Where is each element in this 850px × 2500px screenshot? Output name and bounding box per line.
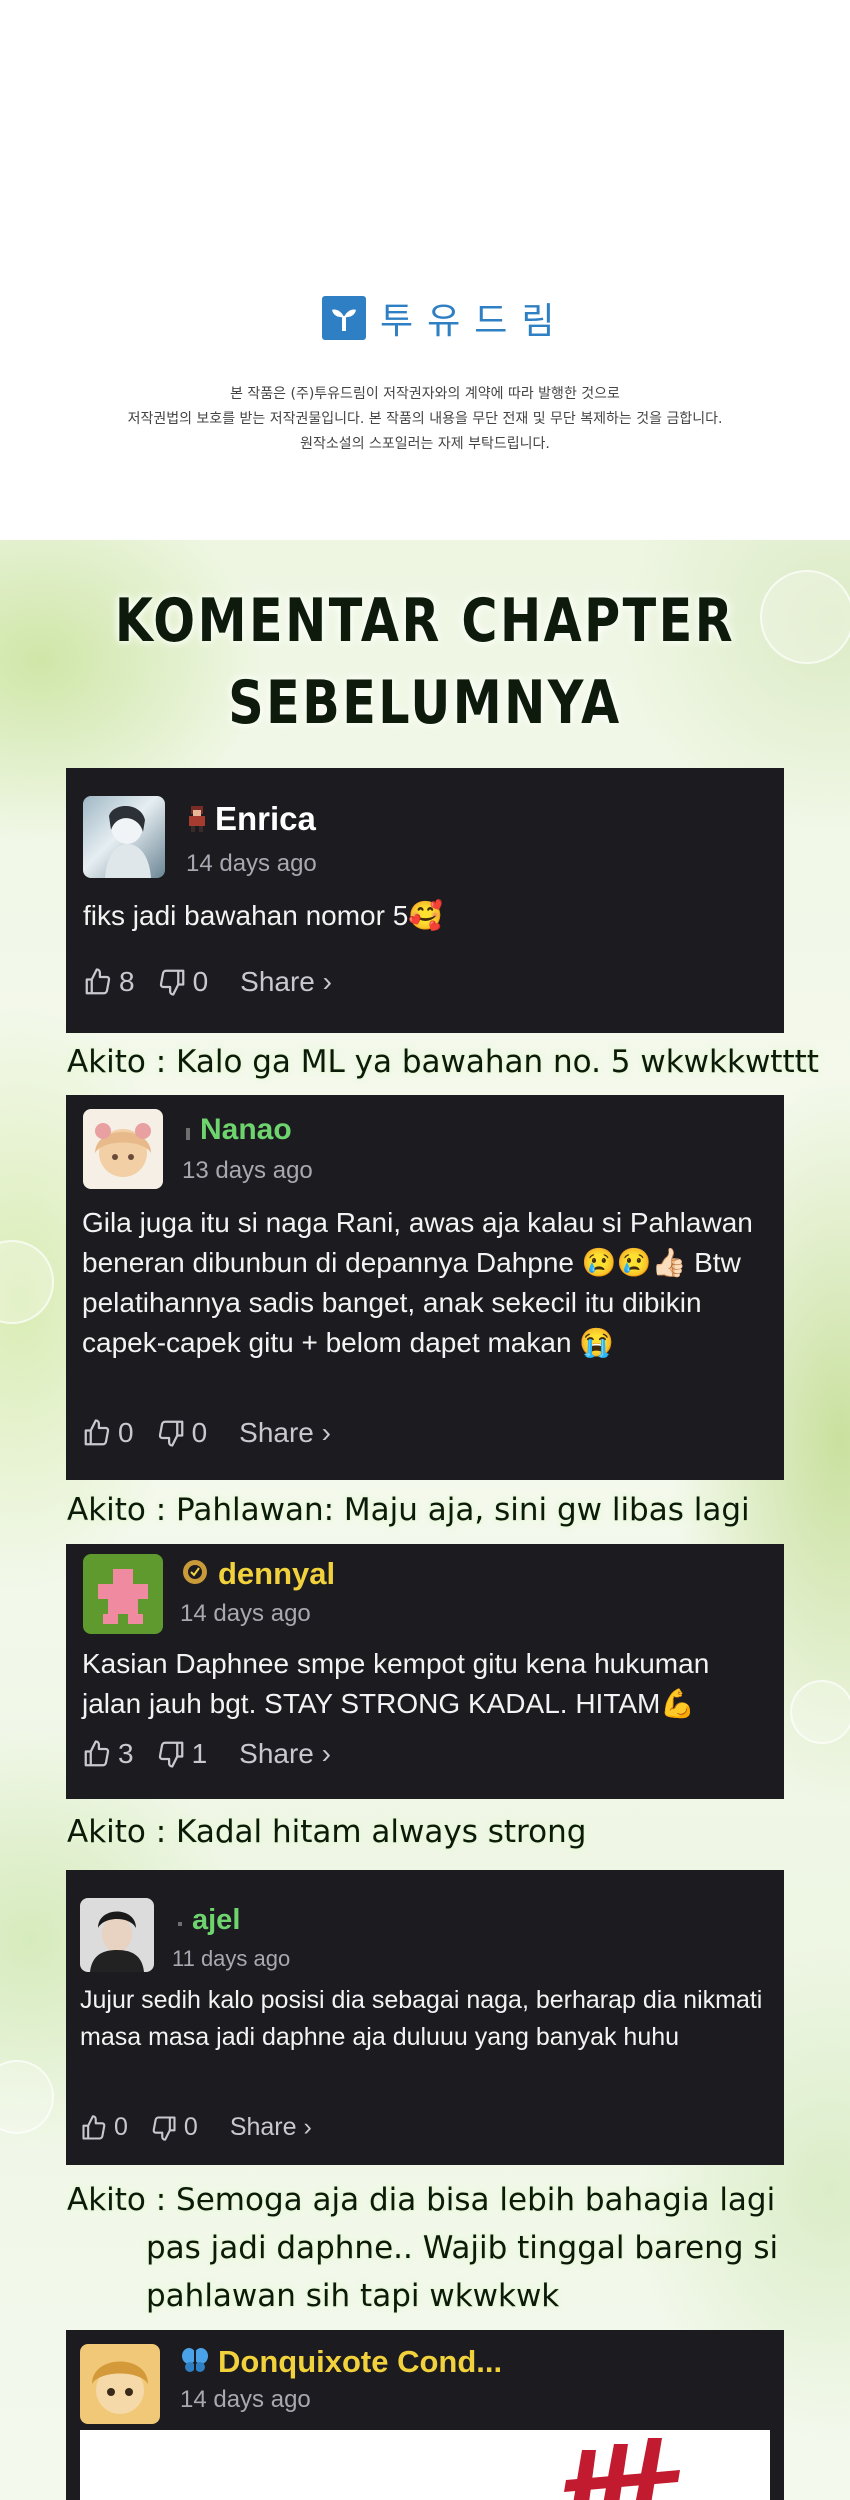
thumbs-up-icon <box>82 2114 106 2140</box>
comment-actions: 8 0 Share › <box>83 966 354 998</box>
comment-username[interactable]: ajel <box>176 1904 240 1938</box>
notice-line: 본 작품은 (주)투유드림이 저작권자와의 계약에 따라 발행한 것으로 <box>230 386 620 402</box>
avatar[interactable] <box>80 2344 160 2424</box>
like-count: 0 <box>114 2113 128 2141</box>
decorative-bubble <box>790 1680 850 1744</box>
comment-card: ajel 11 days ago Jujur sedih kalo posisi… <box>66 1870 784 2165</box>
thumbs-down-icon <box>158 1420 183 1447</box>
publisher-logo: 투유드림 <box>322 292 568 344</box>
comment-actions: 0 0 Share › <box>82 1417 353 1449</box>
comment-timestamp: 14 days ago <box>180 1600 311 1627</box>
previous-chapter-comments-section: KOMENTAR CHAPTER SEBELUMNYA Enrica 14 da… <box>0 540 850 2500</box>
avatar[interactable] <box>83 1109 163 1189</box>
like-count: 8 <box>119 966 135 997</box>
comment-card: Nanao 13 days ago Gila juga itu si naga … <box>66 1095 784 1480</box>
pixel-character-badge-icon <box>187 802 207 840</box>
username-text: Enrica <box>215 800 316 837</box>
comment-text: Gila juga itu si naga Rani, awas aja kal… <box>82 1207 753 1358</box>
share-button[interactable]: Share › <box>240 966 332 998</box>
reply-text: pas jadi daphne.. Wajib tinggal bareng s… <box>146 2230 779 2266</box>
comment-card: dennyal 14 days ago Kasian Daphnee smpe … <box>66 1544 784 1799</box>
dislike-count: 0 <box>191 1417 208 1448</box>
butterfly-badge-icon <box>180 2346 210 2382</box>
medal-badge-icon <box>180 1557 210 1595</box>
admin-reply: Akito : Pahlawan: Maju aja, sini gw liba… <box>67 1486 750 1534</box>
like-count: 0 <box>118 1417 134 1448</box>
publisher-name: 투유드림 <box>380 301 569 342</box>
publisher-notice-section: 투유드림 본 작품은 (주)투유드림이 저작권자와의 계약에 따라 발행한 것으… <box>0 0 850 540</box>
avatar[interactable] <box>80 1898 154 1972</box>
thumbs-down-icon <box>158 1741 183 1768</box>
dislike-button[interactable]: 0 <box>150 2113 198 2142</box>
reply-text: pahlawan sih tapi wkwkwk <box>146 2278 560 2314</box>
reply-text: Akito : Kadal hitam always strong <box>67 1814 587 1850</box>
share-button[interactable]: Share › <box>230 2113 312 2142</box>
username-text: dennyal <box>218 1556 336 1591</box>
comment-text: Kasian Daphnee smpe kempot gitu kena huk… <box>82 1648 710 1719</box>
comment-username[interactable]: Enrica <box>187 800 316 840</box>
comment-timestamp: 14 days ago <box>186 850 317 877</box>
comment-timestamp: 13 days ago <box>182 1157 313 1184</box>
admin-reply: Akito : Semoga aja dia bisa lebih bahagi… <box>67 2176 778 2320</box>
comment-text: Jujur sedih kalo posisi dia sebagai naga… <box>80 1986 763 2051</box>
reply-text: Akito : Kalo ga ML ya bawahan no. 5 wkwk… <box>67 1044 819 1080</box>
comment-card: Donquixote Cond... 14 days ago <box>66 2330 784 2500</box>
username-text: ajel <box>192 1904 241 1936</box>
thumbs-up-icon <box>84 1740 110 1767</box>
like-button[interactable]: 3 <box>82 1738 134 1770</box>
comment-text: fiks jadi bawahan nomor 5🥰 <box>83 900 444 931</box>
decorative-bubble <box>0 2060 54 2134</box>
dislike-count: 1 <box>191 1738 208 1769</box>
dislike-button[interactable]: 0 <box>156 1417 208 1449</box>
share-button[interactable]: Share › <box>239 1738 331 1770</box>
avatar-image <box>98 1569 148 1624</box>
decorative-bubble <box>760 570 850 664</box>
copyright-notice: 본 작품은 (주)투유드림이 저작권자와의 계약에 따라 발행한 것으로 저작권… <box>0 382 850 457</box>
comment-actions: 3 1 Share › <box>82 1738 353 1770</box>
avatar-image <box>95 1123 151 1177</box>
notice-line: 원작소설의 스포일러는 자제 부탁드립니다. <box>300 436 550 452</box>
like-count: 3 <box>118 1738 134 1769</box>
comment-image-attachment[interactable] <box>80 2430 770 2500</box>
dislike-button[interactable]: 0 <box>157 966 209 998</box>
small-badge-icon <box>176 1905 184 1938</box>
username-text: Donquixote Cond... <box>218 2344 503 2379</box>
comment-username[interactable]: dennyal <box>180 1556 335 1595</box>
avatar-image <box>105 805 151 878</box>
comment-timestamp: 11 days ago <box>172 1946 291 1971</box>
reply-text: Akito : Semoga aja dia bisa lebih bahagi… <box>67 2182 776 2218</box>
comment-username[interactable]: Donquixote Cond... <box>180 2344 502 2382</box>
like-button[interactable]: 0 <box>80 2113 128 2142</box>
sprout-logo-icon <box>322 296 366 340</box>
username-text: Nanao <box>200 1113 292 1146</box>
admin-reply: Akito : Kalo ga ML ya bawahan no. 5 wkwk… <box>67 1038 819 1086</box>
admin-reply: Akito : Kadal hitam always strong <box>67 1808 586 1856</box>
comment-username[interactable]: Nanao <box>184 1113 292 1148</box>
thumbs-up-icon <box>85 968 111 995</box>
avatar[interactable] <box>83 1554 163 1634</box>
like-button[interactable]: 8 <box>83 966 135 998</box>
comment-timestamp: 14 days ago <box>180 2386 311 2413</box>
attachment-image <box>564 2438 680 2500</box>
dislike-count: 0 <box>183 2113 198 2141</box>
thumbs-down-icon <box>159 969 184 996</box>
avatar-image <box>92 2361 148 2414</box>
notice-line: 저작권법의 보호를 받는 저작권물입니다. 본 작품의 내용을 무단 전재 및 … <box>127 411 723 427</box>
comment-actions: 0 0 Share › <box>80 2113 334 2142</box>
section-title: KOMENTAR CHAPTER SEBELUMNYA <box>77 580 774 744</box>
share-button[interactable]: Share › <box>239 1417 331 1449</box>
thumbs-up-icon <box>84 1419 110 1446</box>
small-badge-icon <box>184 1114 192 1148</box>
avatar[interactable] <box>83 796 165 878</box>
dislike-button[interactable]: 1 <box>156 1738 208 1770</box>
thumbs-down-icon <box>152 2115 176 2141</box>
like-button[interactable]: 0 <box>82 1417 134 1449</box>
decorative-bubble <box>0 1240 54 1324</box>
dislike-count: 0 <box>192 966 209 997</box>
section-title-line: SEBELUMNYA <box>228 668 622 738</box>
reply-text: Akito : Pahlawan: Maju aja, sini gw liba… <box>67 1492 750 1528</box>
section-title-line: KOMENTAR CHAPTER <box>114 586 736 656</box>
avatar-image <box>90 1911 144 1972</box>
comment-card: Enrica 14 days ago fiks jadi bawahan nom… <box>66 768 784 1033</box>
